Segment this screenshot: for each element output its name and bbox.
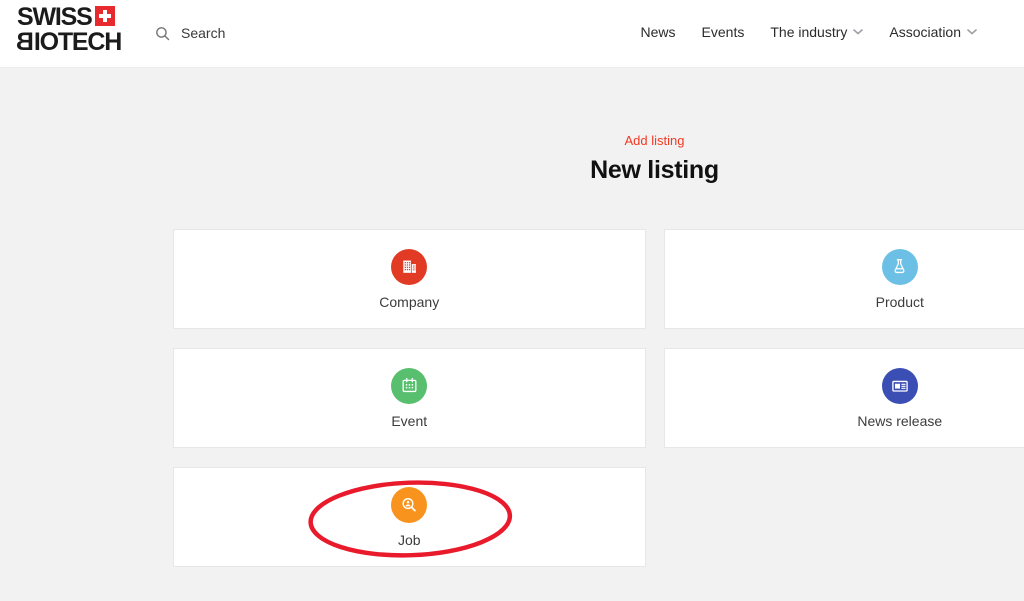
nav-item-the-industry[interactable]: The industry [770, 24, 863, 40]
flask-icon [882, 249, 918, 285]
card-label: Company [379, 294, 439, 310]
page-title: New listing [173, 156, 1024, 185]
top-header: SWISS BIOTECH Search News Events The indus… [0, 0, 1024, 68]
chevron-down-icon [853, 29, 863, 35]
search-button[interactable]: Search [154, 0, 225, 66]
main-area: Add listing New listing Company Product Ev… [0, 68, 1024, 601]
card-job[interactable]: Job [173, 467, 646, 567]
nav-item-news[interactable]: News [641, 24, 676, 40]
chevron-down-icon [967, 29, 977, 35]
card-news-release[interactable]: News release [664, 348, 1024, 448]
card-label: Job [398, 532, 421, 548]
listing-grid: Company Product Event News release Job [173, 229, 1024, 567]
swiss-cross-icon [95, 6, 115, 26]
nav-item-label: Association [889, 24, 961, 40]
logo-line1: SWISS [17, 5, 121, 30]
search-icon [154, 25, 171, 42]
newspaper-icon [882, 368, 918, 404]
nav-item-label: The industry [770, 24, 847, 40]
nav-item-association[interactable]: Association [889, 24, 977, 40]
content-wrapper: Add listing New listing Company Product Ev… [173, 68, 1024, 567]
job-search-icon [391, 487, 427, 523]
nav-item-label: Events [702, 24, 745, 40]
card-event[interactable]: Event [173, 348, 646, 448]
card-product[interactable]: Product [664, 229, 1024, 329]
card-label: Event [391, 413, 427, 429]
nav-item-label: News [641, 24, 676, 40]
building-icon [391, 249, 427, 285]
card-company[interactable]: Company [173, 229, 646, 329]
card-label: Product [876, 294, 924, 310]
search-label: Search [181, 25, 225, 41]
card-label: News release [857, 413, 942, 429]
logo-line2: BIOTECH [17, 30, 121, 55]
calendar-icon [391, 368, 427, 404]
breadcrumb-add-listing[interactable]: Add listing [173, 133, 1024, 148]
nav-item-events[interactable]: Events [702, 24, 745, 40]
swiss-biotech-logo[interactable]: SWISS BIOTECH [17, 5, 121, 55]
main-nav: News Events The industry Association [641, 0, 977, 64]
